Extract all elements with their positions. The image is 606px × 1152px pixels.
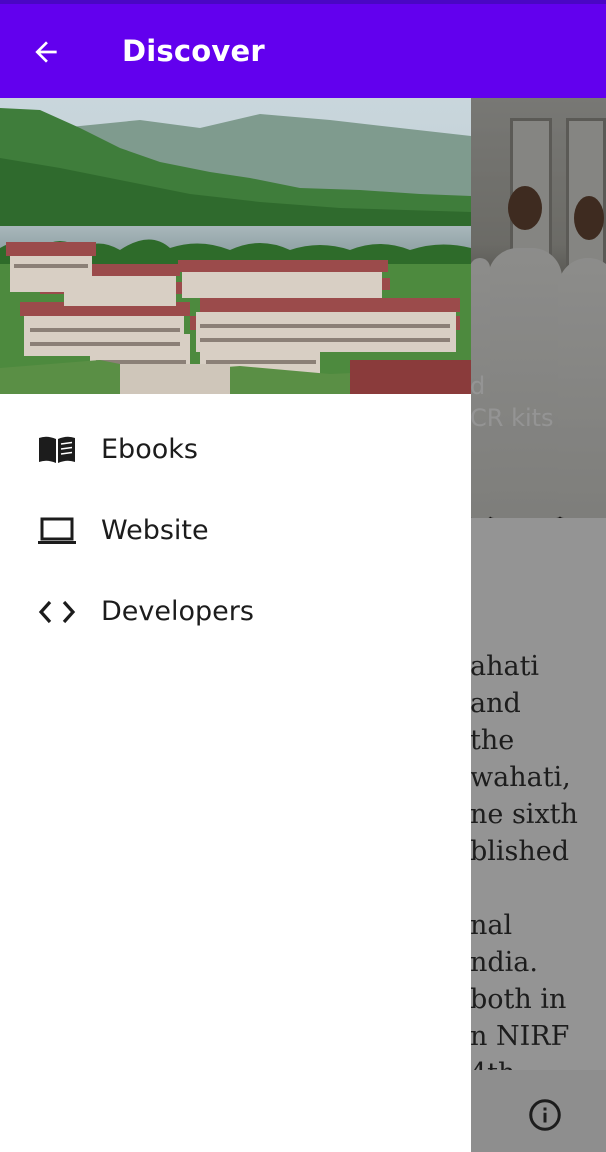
campus-photo	[0, 98, 471, 394]
drawer-item-label: Website	[101, 515, 209, 546]
drawer-item-website[interactable]: Website	[0, 491, 471, 572]
drawer-item-ebooks[interactable]: Ebooks	[0, 410, 471, 491]
drawer-menu: Ebooks Website Developers	[0, 410, 471, 653]
page-title: Discover	[122, 34, 265, 68]
book-open-icon	[36, 430, 78, 470]
app-bar: Discover	[0, 4, 606, 98]
back-button[interactable]	[26, 32, 66, 72]
drawer-header-image	[0, 98, 471, 394]
drawer-item-label: Ebooks	[101, 434, 198, 465]
drawer-item-label: Developers	[101, 596, 254, 627]
code-brackets-icon	[36, 592, 78, 632]
navigation-drawer: Ebooks Website Developers	[0, 98, 471, 1152]
laptop-icon	[36, 511, 78, 551]
arrow-left-icon	[35, 41, 57, 63]
drawer-item-developers[interactable]: Developers	[0, 572, 471, 653]
